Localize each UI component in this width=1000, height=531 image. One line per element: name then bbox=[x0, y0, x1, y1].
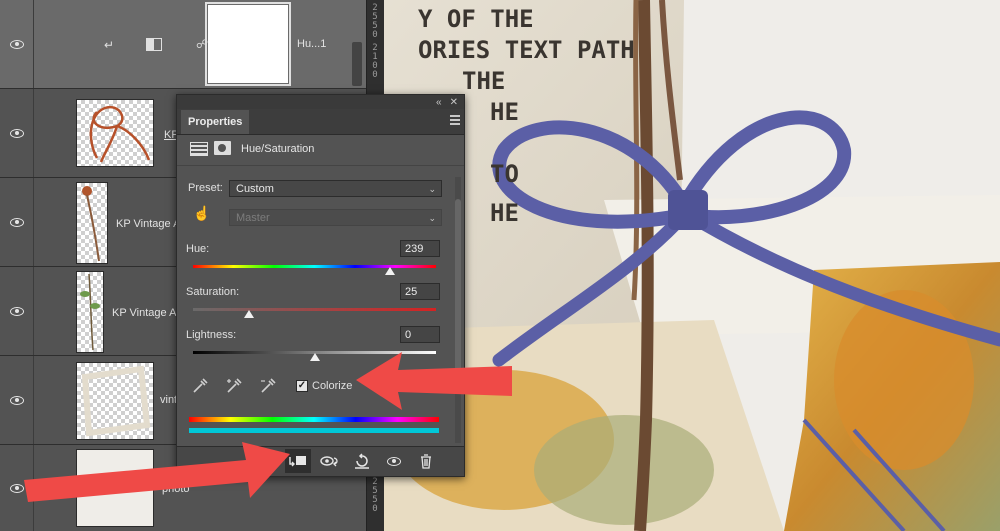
bow-thumbnail-image bbox=[89, 105, 151, 163]
targeted-adjustment-icon[interactable]: ☝ bbox=[193, 205, 210, 222]
delete-button[interactable] bbox=[413, 449, 439, 473]
view-previous-icon bbox=[320, 456, 338, 467]
clip-to-layer-icon bbox=[289, 456, 306, 467]
eyedropper-add-icon[interactable] bbox=[225, 377, 243, 395]
eye-icon bbox=[9, 217, 24, 227]
layer-thumbnail bbox=[76, 182, 108, 264]
chevron-down-icon: ⌄ bbox=[428, 213, 436, 223]
saturation-label: Saturation: bbox=[186, 286, 240, 298]
lightness-value-field[interactable]: 0 bbox=[400, 326, 440, 343]
eyedropper-icon[interactable] bbox=[191, 377, 209, 395]
stem-thumbnail-image bbox=[82, 186, 100, 262]
visibility-toggle[interactable] bbox=[0, 445, 34, 531]
visibility-toggle[interactable] bbox=[0, 89, 34, 177]
layer-mask-icon[interactable] bbox=[214, 141, 231, 155]
journal-line: Y OF THE bbox=[418, 5, 534, 33]
adjustment-icon bbox=[146, 38, 162, 51]
frame-thumbnail-image bbox=[81, 365, 151, 437]
visibility-toggle[interactable] bbox=[0, 356, 34, 444]
eye-icon bbox=[9, 39, 24, 49]
adjustment-title: Hue/Saturation bbox=[241, 143, 315, 155]
hue-label: Hue: bbox=[186, 243, 210, 255]
reset-button[interactable] bbox=[349, 449, 375, 473]
range-dropdown[interactable]: Master ⌄ bbox=[229, 209, 442, 226]
saturation-value-field[interactable]: 25 bbox=[400, 283, 440, 300]
eye-icon bbox=[9, 128, 24, 138]
eye-icon bbox=[9, 483, 24, 493]
adjustment-header: Hue/Saturation bbox=[177, 135, 464, 166]
ruler-mark: 2100 bbox=[372, 43, 378, 80]
layer-row-hue-saturation[interactable]: ↵ ☍ Hu...1 bbox=[0, 0, 366, 89]
layer-thumbnail bbox=[76, 271, 104, 353]
layer-name: vint bbox=[160, 394, 178, 406]
leaf-thumbnail-image bbox=[80, 273, 100, 351]
panel-menu-icon[interactable] bbox=[450, 115, 460, 127]
properties-panel: « ✕ Properties Hue/Saturation Preset: Cu… bbox=[176, 94, 465, 477]
document-canvas[interactable]: Y OF THE ORIES TEXT PATH THE HE TO HE bbox=[384, 0, 1000, 531]
ruler-mark: 2550 bbox=[372, 477, 378, 514]
panel-scrollbar[interactable] bbox=[455, 177, 461, 443]
layer-thumbnail bbox=[76, 449, 154, 527]
preset-value: Custom bbox=[236, 183, 274, 195]
layer-name: KP Vintage A bbox=[116, 218, 181, 230]
scrollbar-thumb[interactable] bbox=[455, 199, 461, 389]
clip-indicator-icon: ↵ bbox=[104, 38, 115, 52]
collapse-panel-button[interactable]: « bbox=[436, 97, 442, 108]
delete-icon bbox=[421, 454, 431, 469]
layer-name: KP Vintage Ar bbox=[112, 307, 181, 319]
layer-thumbnail bbox=[76, 99, 154, 167]
panel-tab-bar: Properties bbox=[177, 109, 464, 135]
visibility-toggle[interactable] bbox=[0, 267, 34, 355]
lightness-slider-thumb[interactable] bbox=[309, 353, 320, 361]
layers-scrollbar[interactable] bbox=[352, 42, 362, 86]
lightness-label: Lightness: bbox=[186, 329, 237, 341]
hue-slider-track[interactable] bbox=[193, 265, 436, 268]
colorize-checkbox[interactable]: ✓ bbox=[296, 380, 308, 392]
preset-label: Preset: bbox=[188, 182, 223, 194]
clip-to-layer-button[interactable] bbox=[285, 449, 311, 473]
adjustment-type-icon bbox=[190, 142, 208, 156]
view-previous-button[interactable] bbox=[317, 449, 343, 473]
link-icon: ☍ bbox=[196, 37, 209, 51]
panel-title-bar[interactable]: « ✕ bbox=[177, 95, 464, 109]
input-color-bar bbox=[189, 417, 439, 422]
hue-slider-thumb[interactable] bbox=[384, 267, 395, 275]
journal-line: THE bbox=[462, 67, 506, 95]
saturation-slider-track[interactable] bbox=[193, 308, 436, 311]
output-color-bar bbox=[189, 428, 439, 433]
layer-mask-thumbnail[interactable] bbox=[205, 2, 291, 86]
panel-footer bbox=[177, 446, 464, 476]
eyedropper-subtract-icon[interactable] bbox=[259, 377, 277, 395]
ruler-mark: 2550 bbox=[372, 3, 378, 40]
chevron-down-icon: ⌄ bbox=[428, 184, 436, 194]
eye-icon bbox=[9, 395, 24, 405]
layer-name: Hu...1 bbox=[297, 38, 327, 50]
toggle-visibility-button[interactable] bbox=[381, 449, 407, 473]
layer-name: photo bbox=[162, 483, 190, 495]
layer-thumbnail bbox=[76, 362, 154, 440]
preset-dropdown[interactable]: Custom ⌄ bbox=[229, 180, 442, 197]
close-panel-button[interactable]: ✕ bbox=[450, 97, 458, 108]
visibility-toggle[interactable] bbox=[0, 178, 34, 266]
range-value: Master bbox=[236, 212, 270, 224]
reset-icon bbox=[355, 453, 369, 469]
visibility-icon bbox=[387, 456, 401, 466]
journal-line: ORIES TEXT PATH bbox=[418, 36, 635, 64]
eye-icon bbox=[9, 306, 24, 316]
hue-value-field[interactable]: 239 bbox=[400, 240, 440, 257]
saturation-slider-thumb[interactable] bbox=[243, 310, 254, 318]
visibility-toggle[interactable] bbox=[0, 0, 34, 88]
tab-properties[interactable]: Properties bbox=[181, 110, 250, 134]
colorize-label[interactable]: Colorize bbox=[312, 380, 352, 392]
